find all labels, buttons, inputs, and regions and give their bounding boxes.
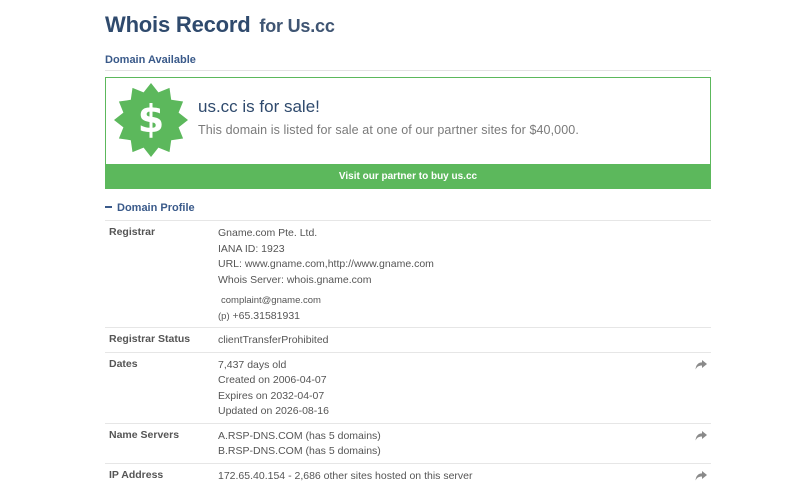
domain-profile-heading: Domain Profile <box>117 202 195 214</box>
registrar-value: Gname.com Pte. Ltd. IANA ID: 1923 URL: w… <box>214 221 687 328</box>
for-sale-panel: $ us.cc is for sale! This domain is list… <box>105 77 711 189</box>
share-icon[interactable] <box>695 470 707 481</box>
registrar-email: complaint@gname.com <box>221 295 321 306</box>
ip-address-value: 172.65.40.154 - 2,686 other sites hosted… <box>214 463 687 482</box>
table-row: Registrar Gname.com Pte. Ltd. IANA ID: 1… <box>105 220 711 328</box>
row-label: Name Servers <box>109 428 180 441</box>
table-row: Name Servers A.RSP-DNS.COM (has 5 domain… <box>105 423 711 463</box>
phone-prefix: (p) <box>218 310 230 322</box>
expires-date: Expires on 2032-04-07 <box>218 389 325 402</box>
table-row: Dates 7,437 days old Created on 2006-04-… <box>105 352 711 423</box>
sale-description: This domain is listed for sale at one of… <box>198 123 579 137</box>
registrar-url: URL: www.gname.com,http://www.gname.com <box>218 258 434 270</box>
page-title-main: Whois Record <box>105 12 251 37</box>
ip-address-text: 172.65.40.154 - 2,686 other sites hosted… <box>218 469 473 482</box>
updated-date: Updated on 2026-08-16 <box>218 405 329 417</box>
row-label: IP Address <box>109 468 164 481</box>
divider <box>105 70 711 71</box>
row-label: Registrar Status <box>109 333 191 345</box>
name-servers-value: A.RSP-DNS.COM (has 5 domains) B.RSP-DNS.… <box>214 423 687 463</box>
page-title-domain: for Us.cc <box>259 16 335 36</box>
dollar-badge-icon: $ <box>114 83 188 157</box>
phone-number: +65.31581931 <box>232 309 300 322</box>
dates-value: 7,437 days old Created on 2006-04-07 Exp… <box>214 352 687 423</box>
table-row: IP Address 172.65.40.154 - 2,686 other s… <box>105 463 711 482</box>
share-icon[interactable] <box>695 430 707 441</box>
page-title: Whois Record for Us.cc <box>105 12 335 38</box>
registrar-status-value: clientTransferProhibited <box>214 328 687 353</box>
table-row: Registrar Status clientTransferProhibite… <box>105 327 711 353</box>
registrar-phone: (p) +65.31581931 <box>218 309 683 325</box>
status-text: clientTransferProhibited <box>218 334 329 346</box>
row-label: Dates <box>109 357 138 370</box>
registrar-name: Gname.com Pte. Ltd. <box>218 227 318 239</box>
domain-profile-table: Registrar Gname.com Pte. Ltd. IANA ID: 1… <box>105 220 711 482</box>
name-server-2: B.RSP-DNS.COM (has 5 domains) <box>218 445 381 457</box>
buy-domain-button[interactable]: Visit our partner to buy us.cc <box>105 164 711 189</box>
domain-profile-toggle[interactable]: Domain Profile <box>105 202 195 214</box>
row-label: Registrar <box>109 226 156 238</box>
collapse-icon <box>105 206 112 209</box>
created-date: Created on 2006-04-07 <box>218 374 327 386</box>
name-server-1: A.RSP-DNS.COM (has 5 domains) <box>218 429 381 442</box>
domain-age: 7,437 days old <box>218 358 287 371</box>
svg-text:$: $ <box>138 97 164 141</box>
domain-available-label: Domain Available <box>105 54 196 66</box>
sale-title: us.cc is for sale! <box>198 97 320 116</box>
registrar-whois-server: Whois Server: whois.gname.com <box>218 273 372 286</box>
share-icon[interactable] <box>695 359 707 370</box>
registrar-iana: IANA ID: 1923 <box>218 242 285 255</box>
